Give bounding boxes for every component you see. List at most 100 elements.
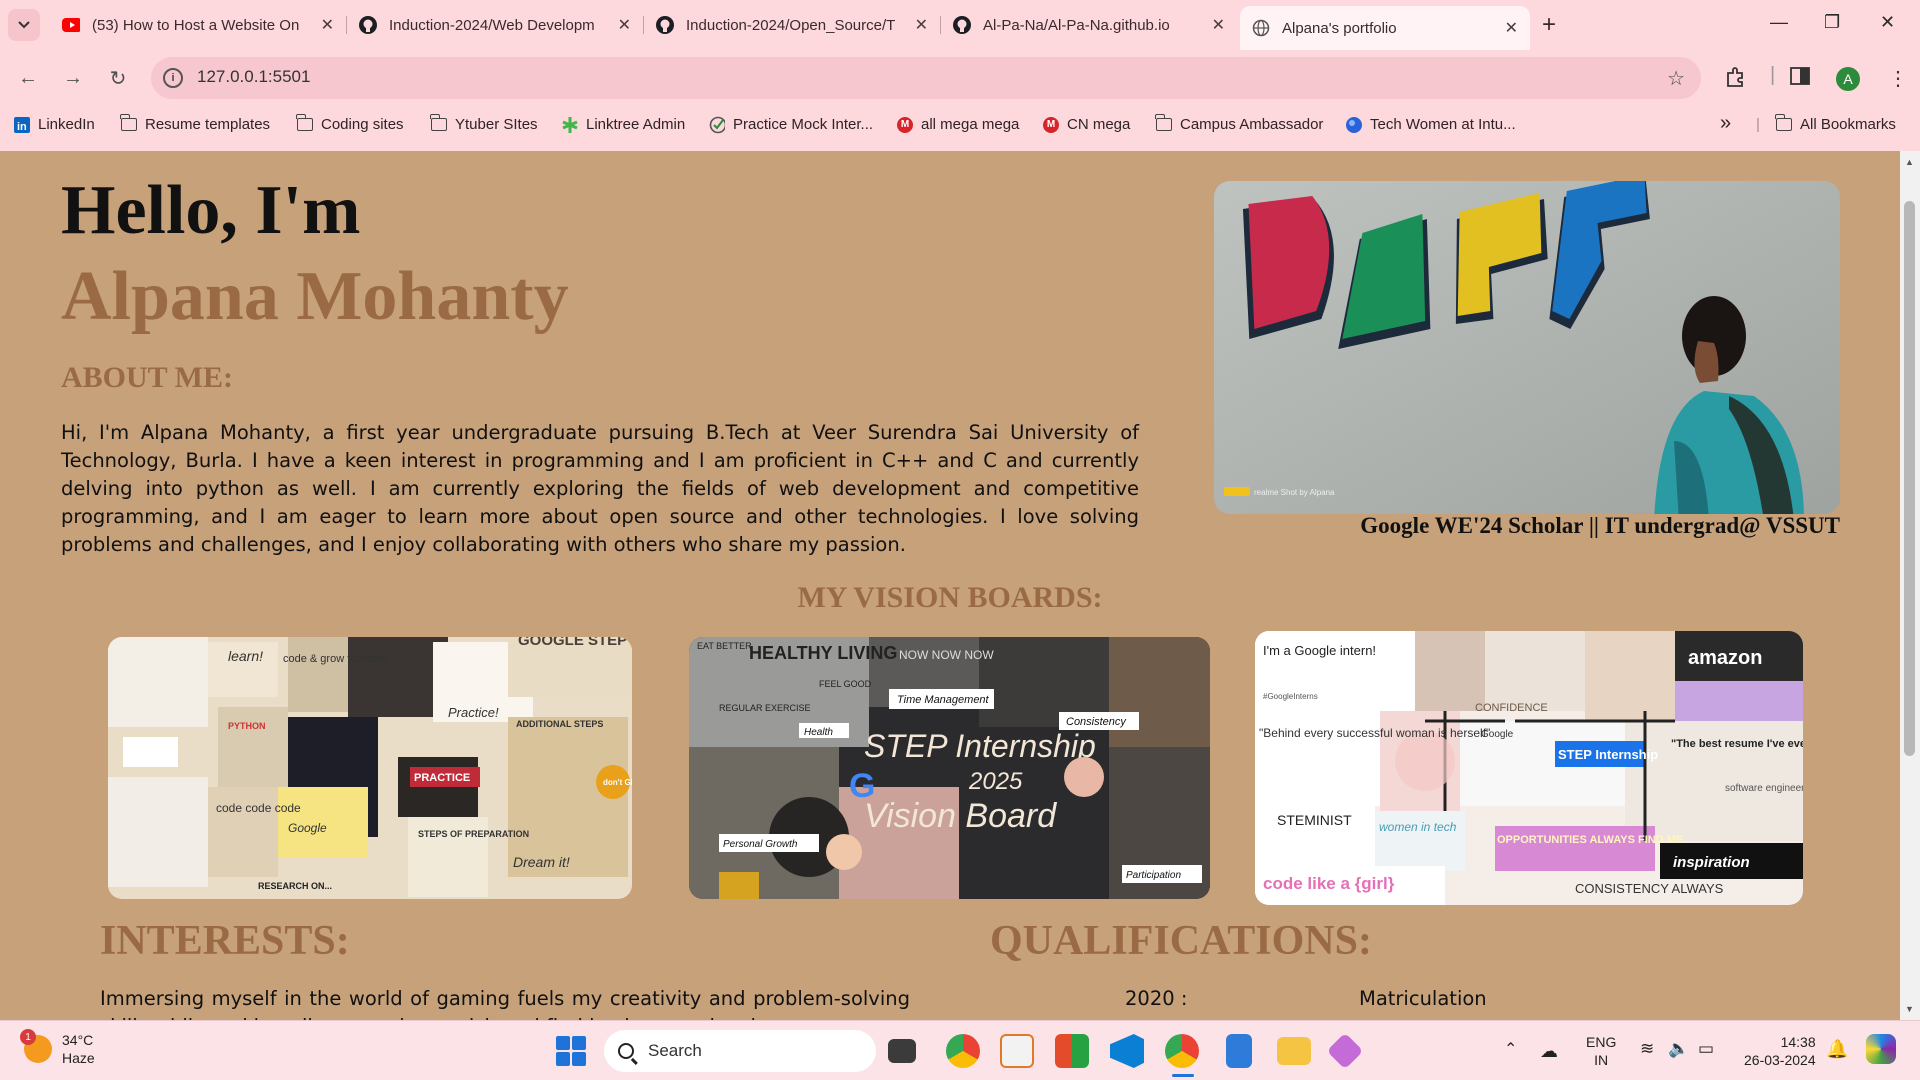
vb1-note: Google xyxy=(288,821,327,835)
volume-icon[interactable]: 🔈 xyxy=(1668,1039,1689,1059)
bookmarks-divider: | xyxy=(1756,116,1760,133)
tab-title: Induction-2024/Open_Source/T xyxy=(686,16,896,34)
back-icon[interactable]: ← xyxy=(14,64,42,92)
side-panel-icon[interactable] xyxy=(1790,66,1810,92)
close-icon[interactable]: ✕ xyxy=(1497,18,1518,38)
language-indicator[interactable]: ENG IN xyxy=(1586,1033,1616,1069)
copilot-icon[interactable] xyxy=(1866,1034,1896,1064)
close-icon[interactable]: ✕ xyxy=(1204,15,1225,35)
address-bar[interactable]: i ☆ xyxy=(151,57,1701,99)
bookmark-resume-templates[interactable]: Resume templates xyxy=(120,114,270,133)
battery-icon[interactable]: ▭ xyxy=(1698,1039,1714,1059)
folder-icon xyxy=(296,114,313,133)
new-tab-button[interactable]: + xyxy=(1542,11,1556,39)
url-input[interactable] xyxy=(197,67,1597,87)
vb2-title: 2025 xyxy=(968,768,1023,795)
globe-blue-icon xyxy=(1346,116,1362,133)
region-code: IN xyxy=(1594,1052,1609,1068)
close-icon[interactable]: ✕ xyxy=(313,15,334,35)
bookmark-ytuber-sites[interactable]: Ytuber SItes xyxy=(430,114,538,133)
profile-avatar[interactable]: A xyxy=(1836,67,1860,91)
bookmark-all-mega[interactable]: M all mega mega xyxy=(897,116,1019,133)
onedrive-icon[interactable]: ☁ xyxy=(1540,1041,1558,1062)
bookmark-tech-women[interactable]: Tech Women at Intu... xyxy=(1346,116,1516,133)
tab-portfolio[interactable]: Alpana's portfolio ✕ xyxy=(1240,6,1530,50)
extensions-icon[interactable] xyxy=(1724,66,1746,94)
vb1-note: Practice! xyxy=(448,705,499,720)
chrome-profile-icon[interactable] xyxy=(1165,1034,1199,1068)
greeting-heading: Hello, I'm xyxy=(61,172,361,249)
vb2-note: HEALTHY LIVING xyxy=(749,643,897,663)
tab-youtube[interactable]: (53) How to Host a Website On ✕ xyxy=(50,7,347,43)
search-icon xyxy=(618,1043,634,1059)
bookmark-linkedin[interactable]: in LinkedIn xyxy=(14,116,95,133)
page-scrollbar[interactable]: ▲ ▼ xyxy=(1900,151,1920,1020)
vb3-note: software engineer xyxy=(1725,783,1803,794)
vscode-icon[interactable] xyxy=(1110,1034,1144,1068)
wifi-icon[interactable]: ≋ xyxy=(1640,1039,1654,1059)
vb2-note: FEEL GOOD xyxy=(819,679,872,689)
more-bookmarks-button[interactable]: » xyxy=(1720,112,1731,135)
bookmark-star-icon[interactable]: ☆ xyxy=(1667,66,1685,91)
vb1-note: don't GIVE UP ! xyxy=(603,778,632,787)
bookmark-coding-sites[interactable]: Coding sites xyxy=(296,114,404,133)
bookmark-cn-mega[interactable]: M CN mega xyxy=(1043,116,1130,133)
tab-github-io[interactable]: Al-Pa-Na/Al-Pa-Na.github.io ✕ xyxy=(941,7,1237,43)
start-button[interactable] xyxy=(556,1036,586,1066)
weather-description: Haze xyxy=(62,1050,95,1066)
vb1-note: ADDITIONAL STEPS xyxy=(516,719,603,729)
tab-github-web[interactable]: Induction-2024/Web Developm ✕ xyxy=(347,7,644,43)
restore-icon[interactable]: ❐ xyxy=(1824,12,1840,33)
tab-github-opensource[interactable]: Induction-2024/Open_Source/T ✕ xyxy=(644,7,941,43)
app-icon[interactable] xyxy=(1000,1034,1034,1068)
app-diamond-icon[interactable] xyxy=(1326,1032,1364,1070)
chevron-down-icon xyxy=(18,21,30,29)
bookmark-label: Ytuber SItes xyxy=(455,116,538,133)
tab-title: Al-Pa-Na/Al-Pa-Na.github.io xyxy=(983,16,1170,34)
vb3-note: inspiration xyxy=(1673,854,1750,871)
toolbar-divider: | xyxy=(1770,64,1776,86)
reload-icon[interactable]: ↻ xyxy=(104,64,132,92)
all-bookmarks-button[interactable]: All Bookmarks xyxy=(1775,114,1896,133)
scroll-down-icon[interactable]: ▼ xyxy=(1905,1004,1914,1014)
forward-icon[interactable]: → xyxy=(59,64,87,92)
tab-search-button[interactable] xyxy=(8,9,40,41)
check-circle-icon xyxy=(709,116,725,133)
site-info-icon[interactable]: i xyxy=(163,68,183,88)
vb2-title: STEP Internship xyxy=(864,728,1096,764)
taskbar-search[interactable]: Search xyxy=(604,1030,876,1072)
browser-chrome: (53) How to Host a Website On ✕ Inductio… xyxy=(0,0,1920,151)
scrollbar-thumb[interactable] xyxy=(1904,201,1915,756)
clock[interactable]: 14:38 26-03-2024 xyxy=(1744,1033,1816,1069)
notification-bell-icon[interactable]: 🔔 xyxy=(1826,1039,1848,1060)
portfolio-page: Hello, I'm Alpana Mohanty ABOUT ME: Hi, … xyxy=(0,151,1900,1020)
weather-widget[interactable]: 1 34°C Haze xyxy=(20,1029,95,1067)
photo-caption: Google WE'24 Scholar || IT undergrad@ VS… xyxy=(1360,513,1840,538)
folder-icon xyxy=(1775,114,1792,133)
bookmark-linktree[interactable]: Linktree Admin xyxy=(562,116,685,133)
chrome-icon[interactable] xyxy=(946,1034,980,1068)
chevron-up-icon[interactable]: ⌃ xyxy=(1504,1039,1517,1059)
notepad-icon[interactable] xyxy=(1226,1034,1252,1068)
close-icon[interactable]: ✕ xyxy=(907,15,928,35)
globe-icon xyxy=(1252,19,1270,37)
menu-kebab-icon[interactable]: ⋮ xyxy=(1888,66,1908,91)
task-view-icon[interactable] xyxy=(888,1039,916,1063)
vb3-note: #GoogleInterns xyxy=(1263,692,1318,701)
scroll-up-icon[interactable]: ▲ xyxy=(1905,157,1914,167)
bookmark-campus-ambassador[interactable]: Campus Ambassador xyxy=(1155,114,1324,133)
youtube-icon xyxy=(62,16,80,34)
minimize-icon[interactable]: — xyxy=(1770,12,1788,33)
bookmark-label: all mega mega xyxy=(921,116,1020,133)
file-explorer-icon[interactable] xyxy=(1277,1037,1311,1065)
close-icon[interactable]: ✕ xyxy=(610,15,631,35)
bookmark-practice-mock[interactable]: Practice Mock Inter... xyxy=(709,116,873,133)
bookmark-label: All Bookmarks xyxy=(1800,116,1896,133)
vb3-note: "The best resume I've ever seen" xyxy=(1671,738,1803,750)
bookmark-label: Campus Ambassador xyxy=(1180,116,1324,133)
bookmark-label: Tech Women at Intu... xyxy=(1370,116,1516,133)
close-window-icon[interactable]: ✕ xyxy=(1880,12,1895,33)
tab-title: Induction-2024/Web Developm xyxy=(389,16,595,34)
office-icon[interactable] xyxy=(1055,1034,1089,1068)
github-icon xyxy=(953,16,971,34)
